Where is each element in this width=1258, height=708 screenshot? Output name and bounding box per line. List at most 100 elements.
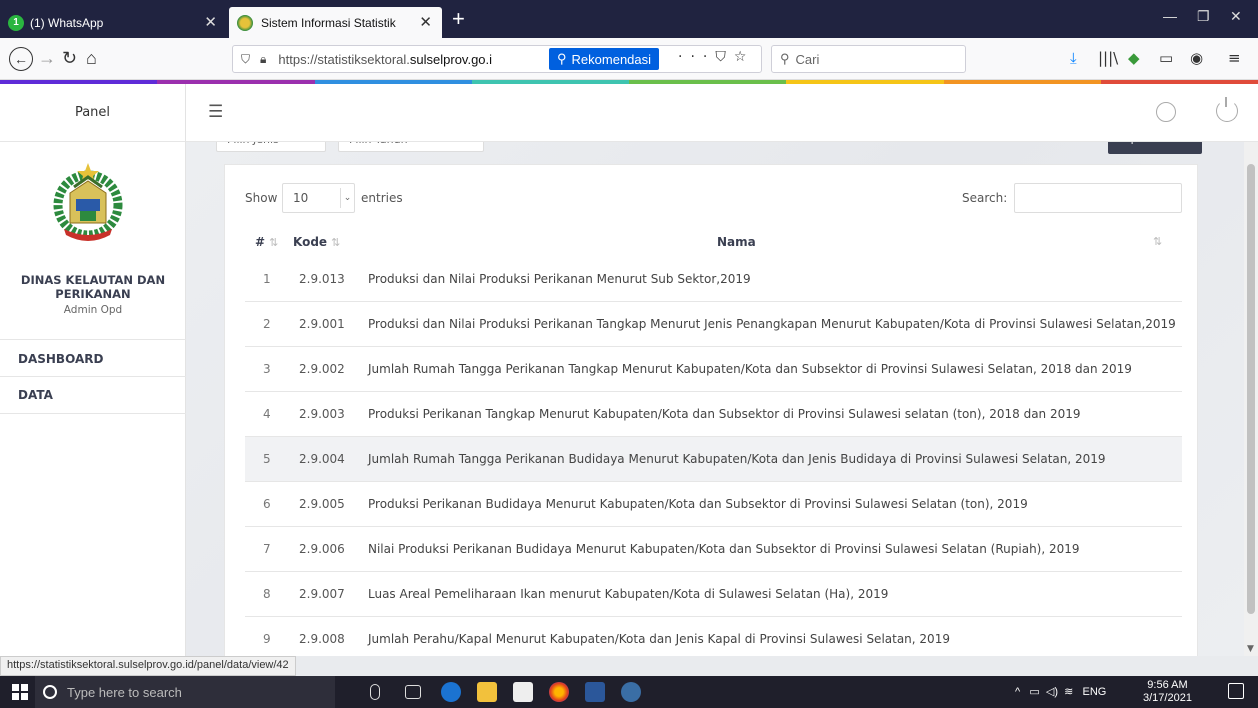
show-label: Show: [245, 191, 278, 205]
table-row[interactable]: 9 2.9.008 Jumlah Perahu/Kapal Menurut Kabu…: [245, 616, 1182, 656]
menu-icon[interactable]: ≡: [1228, 49, 1241, 67]
row-number: 8: [263, 587, 271, 601]
tab-sistem-informasi[interactable]: Sistem Informasi Statistik ✕: [229, 7, 442, 38]
row-kode: 2.9.008: [299, 632, 345, 646]
pocket-icon[interactable]: ⛉: [715, 49, 734, 65]
battery-icon[interactable]: ▭: [1029, 686, 1039, 698]
page-actions: ···⛉☆: [678, 49, 754, 65]
close-tab-icon[interactable]: ✕: [419, 13, 432, 31]
row-number: 3: [263, 362, 271, 376]
store-icon[interactable]: [513, 682, 533, 702]
organization-name: DINAS KELAUTAN DAN PERIKANAN: [20, 273, 166, 301]
bookmark-star-icon[interactable]: ☆: [734, 49, 755, 65]
top-header: ☰: [186, 84, 1258, 142]
microphone-icon[interactable]: [370, 684, 380, 700]
row-kode: 2.9.013: [299, 272, 345, 286]
extension-icon[interactable]: ◆: [1128, 49, 1140, 67]
tab-whatsapp[interactable]: 1 (1) WhatsApp ✕: [0, 7, 227, 38]
search-icon: ⚲: [780, 51, 790, 66]
firefox-icon[interactable]: [549, 682, 569, 702]
library-icon[interactable]: |||\: [1098, 49, 1118, 67]
file-explorer-icon[interactable]: [477, 682, 497, 702]
search-label: Search:: [962, 191, 1008, 205]
row-nama: Jumlah Rumah Tangga Perikanan Budidaya M…: [368, 452, 1106, 466]
language-indicator[interactable]: ENG: [1083, 686, 1107, 698]
more-actions-icon[interactable]: ···: [678, 49, 715, 65]
close-tab-icon[interactable]: ✕: [204, 13, 217, 31]
import-data-button[interactable]: Import Data: [1108, 142, 1202, 154]
window-close-icon[interactable]: ✕: [1230, 8, 1242, 25]
row-nama: Jumlah Rumah Tangga Perikanan Tangkap Me…: [368, 362, 1132, 376]
user-icon[interactable]: [1156, 102, 1176, 122]
table-row[interactable]: 8 2.9.007 Luas Areal Pemeliharaan Ikan men…: [245, 571, 1182, 616]
chevron-down-icon: ⌄: [340, 188, 354, 208]
row-nama: Jumlah Perahu/Kapal Menurut Kabupaten/Ko…: [368, 632, 950, 646]
column-header-kode[interactable]: Kode ⇅: [293, 235, 340, 249]
url-bar[interactable]: ⛉ 🔒︎ https://statistiksektoral.sulselpro…: [232, 45, 762, 73]
windows-taskbar: Type here to search ^ ▭ ◁) ≋ ENG 9:56 AM…: [0, 676, 1258, 708]
row-number: 2: [263, 317, 271, 331]
chevron-up-icon[interactable]: ^: [1015, 686, 1020, 698]
url-text[interactable]: https://statistiksektoral.sulselprov.go.…: [278, 52, 533, 67]
scroll-down-arrow-icon[interactable]: ▼: [1247, 644, 1254, 654]
page-scrollbar[interactable]: ▼: [1244, 142, 1258, 656]
table-row[interactable]: 6 2.9.005 Produksi Perikanan Budidaya Menu…: [245, 481, 1182, 526]
row-kode: 2.9.001: [299, 317, 345, 331]
lightbulb-icon: ⚲: [557, 51, 567, 66]
tahun-filter-select[interactable]: Pilih Tahun: [338, 142, 484, 152]
row-number: 7: [263, 542, 271, 556]
taskbar-search-input[interactable]: Type here to search: [35, 676, 335, 708]
table-row[interactable]: 5 2.9.004 Jumlah Rumah Tangga Perikanan Bu…: [245, 436, 1182, 481]
back-arrow-icon[interactable]: ←: [9, 47, 33, 71]
lock-icon: 🔒︎: [260, 51, 267, 66]
restore-icon[interactable]: ❐: [1197, 8, 1210, 25]
browser-tab-bar: 1 (1) WhatsApp ✕ Sistem Informasi Statis…: [0, 0, 1258, 38]
status-bar-url: https://statistiksektoral.sulselprov.go.…: [0, 656, 296, 676]
reload-icon[interactable]: ↻: [62, 48, 77, 69]
tab-title: Sistem Informasi Statistik: [261, 15, 396, 30]
notification-icon[interactable]: [1228, 683, 1244, 699]
browser-nav-bar: ← → ↻ ⌂ ⛉ 🔒︎ https://statistiksektoral.s…: [0, 38, 1258, 80]
table-row[interactable]: 4 2.9.003 Produksi Perikanan Tangkap Menur…: [245, 391, 1182, 436]
scrollbar-thumb[interactable]: [1247, 164, 1255, 614]
hamburger-menu-icon[interactable]: ☰: [208, 102, 223, 122]
row-nama: Produksi dan Nilai Produksi Perikanan Me…: [368, 272, 751, 286]
browser-search-input[interactable]: ⚲ Cari: [771, 45, 966, 73]
menu-item-dashboard[interactable]: DASHBOARD: [0, 339, 186, 377]
home-icon[interactable]: ⌂: [86, 48, 97, 69]
wifi-icon[interactable]: ≋: [1064, 686, 1073, 698]
sidebar: Panel DINAS KELAUTAN DAN PERIKANAN Admin…: [0, 84, 186, 656]
sort-icon[interactable]: ⇅: [1153, 235, 1162, 248]
task-view-icon[interactable]: [405, 685, 421, 699]
new-tab-button[interactable]: +: [452, 6, 465, 32]
windows-start-icon[interactable]: [12, 684, 28, 700]
table-row[interactable]: 7 2.9.006 Nilai Produksi Perikanan Budiday…: [245, 526, 1182, 571]
sidebar-toggle-icon[interactable]: ▭: [1159, 49, 1173, 67]
account-icon[interactable]: ◉: [1190, 49, 1203, 67]
taskbar-clock[interactable]: 9:56 AM 3/17/2021: [1143, 679, 1192, 705]
system-tray: ^ ▭ ◁) ≋ ENG: [1015, 685, 1106, 698]
row-kode: 2.9.006: [299, 542, 345, 556]
edge-browser-icon[interactable]: [441, 682, 461, 702]
jenis-filter-select[interactable]: Pilih Jenis: [216, 142, 326, 152]
column-header-nama[interactable]: Nama: [717, 235, 756, 249]
app-icon[interactable]: [621, 682, 641, 702]
rekomendasi-button[interactable]: ⚲ Rekomendasi: [549, 48, 660, 70]
column-header-no[interactable]: # ⇅: [255, 235, 278, 249]
forward-arrow-icon[interactable]: →: [38, 48, 56, 69]
power-logout-icon[interactable]: [1216, 97, 1238, 122]
table-header: # ⇅ Kode ⇅ Nama ⇅: [245, 227, 1182, 257]
row-nama: Produksi dan Nilai Produksi Perikanan Ta…: [368, 317, 1176, 331]
table-row[interactable]: 2 2.9.001 Produksi dan Nilai Produksi Peri…: [245, 301, 1182, 346]
row-number: 6: [263, 497, 271, 511]
entries-per-page-select[interactable]: 10 ⌄: [282, 183, 355, 213]
table-row[interactable]: 1 2.9.013 Produksi dan Nilai Produksi Peri…: [245, 257, 1182, 301]
word-icon[interactable]: [585, 682, 605, 702]
table-row[interactable]: 3 2.9.002 Jumlah Rumah Tangga Perikanan Ta…: [245, 346, 1182, 391]
minimize-icon[interactable]: —: [1163, 8, 1177, 24]
volume-icon[interactable]: ◁): [1046, 686, 1058, 698]
menu-item-data[interactable]: DATA: [0, 376, 186, 414]
table-search-input[interactable]: [1014, 183, 1182, 213]
data-table-card: Show 10 ⌄ entries Search: # ⇅ Kode ⇅ Nama …: [224, 164, 1198, 656]
download-icon[interactable]: ⤓: [1070, 49, 1077, 67]
